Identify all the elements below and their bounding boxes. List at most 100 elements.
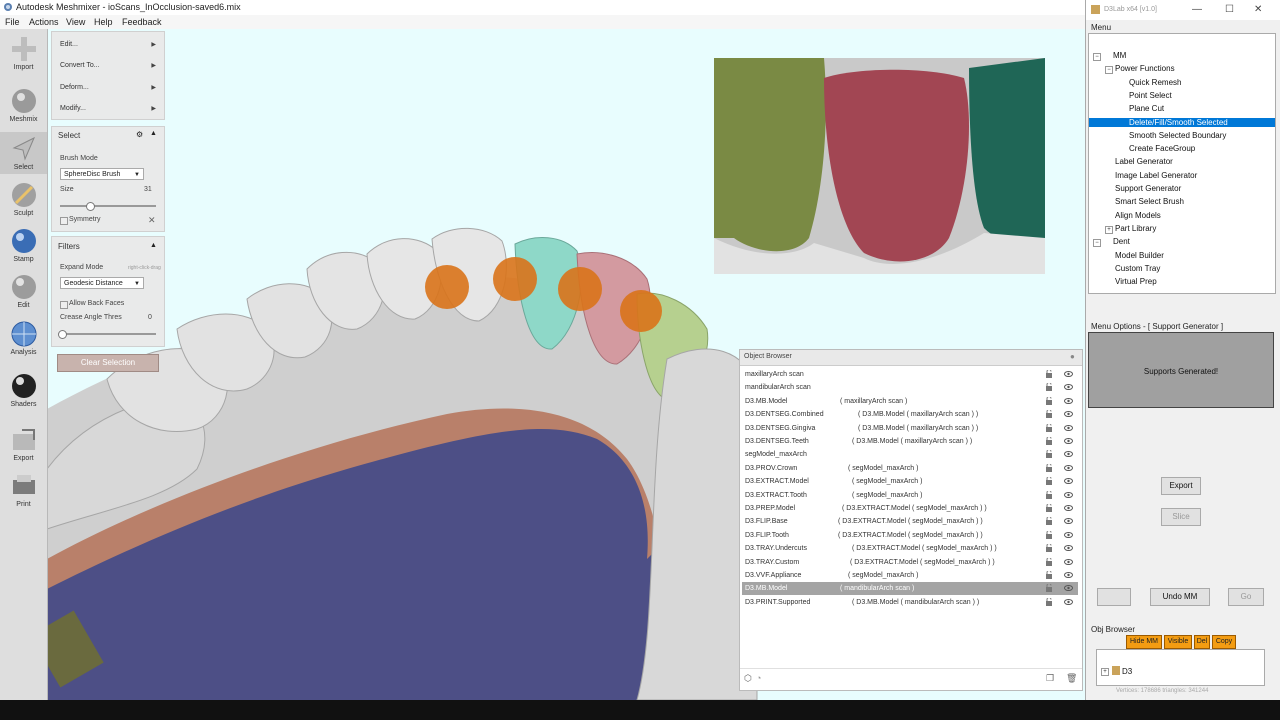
tree-item[interactable]: Point Select [1129,91,1172,100]
settings-icon[interactable]: ◔ [756,673,761,683]
tree-expander-icon[interactable]: + [1105,225,1113,234]
tree-item[interactable]: Image Label Generator [1115,171,1197,180]
tree-expander-icon[interactable]: − [1093,53,1101,61]
eye-icon[interactable] [1064,585,1073,592]
cube-icon[interactable]: ⬡ [744,673,752,684]
copy-button[interactable]: Copy [1212,635,1236,649]
tree-item[interactable]: Smooth Selected Boundary [1129,131,1226,140]
menu-modify[interactable]: Modify... [60,105,86,112]
gear-icon[interactable]: ⚙ [136,130,143,139]
tree-expander-icon[interactable]: − [1093,239,1101,248]
tree-item[interactable]: Power Functions [1115,64,1175,73]
tree-item[interactable]: MM [1113,51,1126,60]
lock-icon[interactable] [1045,477,1053,486]
eye-icon[interactable] [1064,558,1073,565]
object-row[interactable]: D3.TRAY.Custom ( D3.EXTRACT.Model ( segMo… [742,556,1078,569]
maximize-icon[interactable]: ☐ [1225,4,1234,15]
lock-icon[interactable] [1045,517,1053,526]
eye-icon[interactable] [1064,371,1073,377]
lock-icon[interactable] [1045,463,1053,472]
tool-import[interactable]: Import [0,35,47,71]
menu-file[interactable]: File [5,17,20,27]
tree-item[interactable]: Model Builder [1115,251,1164,260]
object-row[interactable]: segModel_maxArch [742,448,1078,461]
tool-sculpt[interactable]: Sculpt [0,181,47,217]
lock-icon[interactable] [1045,530,1053,539]
eye-icon[interactable] [1064,545,1073,552]
size-slider[interactable] [60,202,156,211]
collapse-icon[interactable]: ▲ [150,130,157,137]
crease-angle-slider[interactable] [58,330,156,339]
object-row[interactable]: D3.FLIP.Tooth ( D3.EXTRACT.Model ( segMod… [742,529,1078,542]
eye-icon[interactable] [1064,518,1073,525]
object-row[interactable]: D3.MB.Model ( maxillaryArch scan ) [742,395,1078,408]
object-row[interactable]: D3.DENTSEG.Gingiva ( D3.MB.Model ( maxill… [742,422,1078,435]
tool-export[interactable]: Export [0,426,47,462]
menu-actions[interactable]: Actions [29,17,59,27]
tree-item[interactable]: Smart Select Brush [1115,197,1184,206]
obj-tree-root[interactable]: D3 [1122,667,1132,676]
object-row[interactable]: D3.PROV.Crown ( segModel_maxArch ) [742,462,1078,475]
duplicate-icon[interactable]: ❐ [1046,673,1054,684]
menu-convert-to[interactable]: Convert To... [60,62,100,69]
tree-item[interactable]: Dent [1113,237,1130,246]
lock-icon[interactable] [1045,597,1053,606]
tree-item[interactable]: Virtual Prep [1115,277,1157,286]
tool-meshmix[interactable]: Meshmix [0,87,47,123]
eye-icon[interactable] [1064,424,1073,431]
tree-item[interactable]: Support Generator [1115,184,1181,193]
menu-help[interactable]: Help [94,17,113,27]
object-row[interactable]: D3.MB.Model ( mandibularArch scan ) [742,582,1078,596]
close-icon[interactable]: ● [1070,352,1075,361]
object-row[interactable]: D3.DENTSEG.Teeth ( D3.MB.Model ( maxillar… [742,435,1078,448]
menu-edit[interactable]: Edit... [60,41,78,48]
eye-icon[interactable] [1064,397,1073,404]
lock-icon[interactable] [1045,370,1053,378]
tree-item[interactable]: Part Library [1115,224,1156,233]
tree-item[interactable]: Label Generator [1115,157,1173,166]
expand-mode-dropdown[interactable]: Geodesic Distance ▼ [60,277,144,289]
go-button[interactable]: Go [1228,588,1264,606]
tree-item[interactable]: Plane Cut [1129,104,1164,113]
lock-icon[interactable] [1045,423,1053,432]
tool-print[interactable]: Print [0,472,47,508]
brush-mode-dropdown[interactable]: SphereDisc Brush ▼ [60,168,144,180]
tree-item[interactable]: Align Models [1115,211,1161,220]
slider-knob[interactable] [86,202,95,211]
lock-icon[interactable] [1045,571,1053,579]
object-row[interactable]: mandibularArch scan [742,381,1078,394]
tool-stamp[interactable]: Stamp [0,227,47,263]
eye-icon[interactable] [1064,384,1073,391]
tree-item[interactable]: Quick Remesh [1129,78,1181,87]
eye-icon[interactable] [1064,598,1073,605]
visible-button[interactable]: Visible [1164,635,1192,649]
tool-select[interactable]: Select [0,132,47,174]
object-row[interactable]: maxillaryArch scan [742,368,1078,381]
eye-icon[interactable] [1064,491,1073,498]
lock-icon[interactable] [1045,584,1053,593]
slice-button[interactable]: Slice [1161,508,1201,526]
lock-icon[interactable] [1045,410,1053,419]
lock-icon[interactable] [1045,557,1053,566]
tree-expander-icon[interactable]: − [1105,66,1113,75]
export-button[interactable]: Export [1161,477,1201,495]
menu-deform[interactable]: Deform... [60,84,89,91]
minimize-icon[interactable]: — [1192,4,1202,15]
object-row[interactable]: D3.FLIP.Base ( D3.EXTRACT.Model ( segMode… [742,515,1078,528]
undo-mm-button[interactable]: Undo MM [1150,588,1210,606]
tree-item[interactable]: Create FaceGroup [1129,144,1195,153]
eye-icon[interactable] [1064,478,1073,485]
tool-edit[interactable]: Edit [0,273,47,309]
tree-item[interactable]: Custom Tray [1115,264,1160,273]
blank-button[interactable] [1097,588,1131,606]
allow-back-faces-checkbox[interactable] [60,301,68,309]
collapse-icon[interactable]: ▲ [150,242,157,249]
object-row[interactable]: D3.DENTSEG.Combined ( D3.MB.Model ( maxil… [742,408,1078,421]
menu-view[interactable]: View [66,17,85,27]
lock-icon[interactable] [1045,504,1053,512]
object-row[interactable]: D3.TRAY.Undercuts ( D3.EXTRACT.Model ( se… [742,542,1078,555]
eye-icon[interactable] [1064,451,1073,458]
symmetry-checkbox[interactable] [60,217,68,225]
tree-item[interactable]: Delete/Fill/Smooth Selected [1089,117,1275,127]
eye-icon[interactable] [1064,531,1073,538]
